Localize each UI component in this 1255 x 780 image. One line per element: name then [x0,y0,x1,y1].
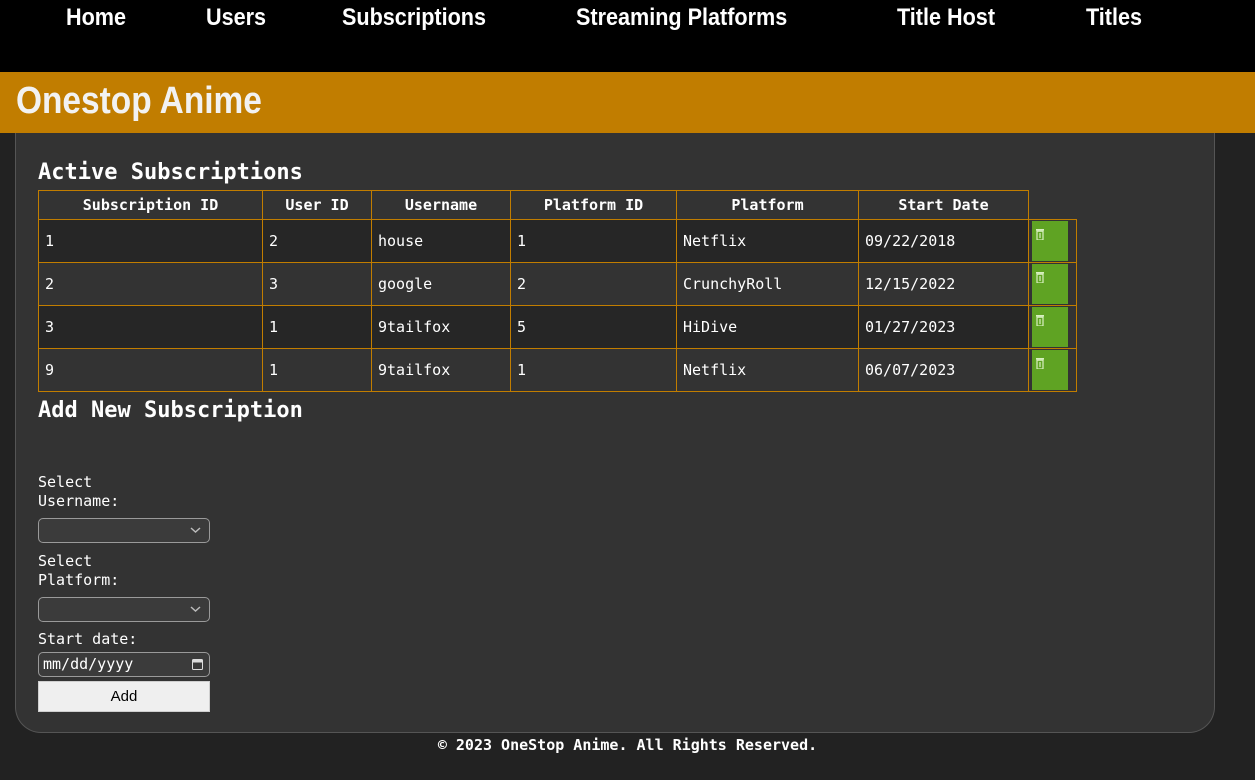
add-button[interactable]: Add [38,681,210,712]
platform-cell: CrunchyRoll [676,262,859,306]
nav-streaming-platforms-link[interactable]: Streaming Platforms [576,4,787,32]
username-label: Select Username: [38,473,120,510]
platform-cell: Netflix [676,219,859,263]
subscription-id-cell: 9 [38,348,263,392]
date-placeholder: mm/dd/yyyy [43,655,134,673]
nav-titles-link[interactable]: Titles [1086,4,1142,32]
username-cell: 9tailfox [371,348,511,392]
nav-title-host-link[interactable]: Title Host [897,4,995,32]
start-date-input[interactable]: mm/dd/yyyy [38,652,210,677]
subscription-id-cell: 3 [38,305,263,349]
top-navigation: Home Users Subscriptions Streaming Platf… [0,0,1255,72]
delete-cell [1028,219,1077,263]
content-panel: Active Subscriptions Subscription ID Use… [15,133,1215,733]
user-id-cell: 1 [262,305,372,349]
nav-home-link[interactable]: Home [66,4,126,32]
user-id-cell: 2 [262,219,372,263]
nav-subscriptions-link[interactable]: Subscriptions [342,4,486,32]
table-row: 2 3 google 2 CrunchyRoll 12/15/2022 [38,262,1077,306]
trash-icon [1036,358,1044,369]
trash-icon [1036,315,1044,326]
table-row: 1 2 house 1 Netflix 09/22/2018 [38,219,1077,263]
table-row: 3 1 9tailfox 5 HiDive 01/27/2023 [38,305,1077,349]
nav-users-link[interactable]: Users [206,4,266,32]
trash-icon [1036,272,1044,283]
delete-cell [1028,262,1077,306]
platform-id-cell: 1 [510,219,677,263]
column-header: Username [371,190,511,220]
start-date-label: Start date: [38,630,138,648]
trash-icon [1036,229,1044,240]
column-header: Platform ID [510,190,677,220]
platform-select[interactable] [38,597,210,622]
footer-copyright: © 2023 OneStop Anime. All Rights Reserve… [437,736,818,754]
username-select[interactable] [38,518,210,543]
user-id-cell: 1 [262,348,372,392]
username-cell: house [371,219,511,263]
platform-cell: Netflix [676,348,859,392]
delete-column-header [1029,191,1077,220]
chevron-down-icon [190,527,201,534]
start-date-cell: 12/15/2022 [858,262,1029,306]
start-date-cell: 01/27/2023 [858,305,1029,349]
add-subscription-heading: Add New Subscription [38,398,303,423]
platform-cell: HiDive [676,305,859,349]
table-row: 9 1 9tailfox 1 Netflix 06/07/2023 [38,348,1077,392]
user-id-cell: 3 [262,262,372,306]
platform-id-cell: 1 [510,348,677,392]
chevron-down-icon [190,606,201,613]
delete-button[interactable] [1032,264,1068,304]
calendar-icon[interactable] [192,658,203,670]
column-header: Start Date [858,190,1029,220]
site-title: Onestop Anime [16,80,262,122]
start-date-cell: 09/22/2018 [858,219,1029,263]
active-subscriptions-heading: Active Subscriptions [38,160,303,185]
delete-button[interactable] [1032,307,1068,347]
column-header: Subscription ID [38,190,263,220]
subscription-id-cell: 2 [38,262,263,306]
subscription-id-cell: 1 [38,219,263,263]
delete-button[interactable] [1032,350,1068,390]
delete-cell [1028,305,1077,349]
username-cell: google [371,262,511,306]
table-header-row: Subscription ID User ID Username Platfor… [38,190,1077,220]
platform-id-cell: 2 [510,262,677,306]
start-date-cell: 06/07/2023 [858,348,1029,392]
subscriptions-table: Subscription ID User ID Username Platfor… [38,190,1077,392]
delete-cell [1028,348,1077,392]
delete-button[interactable] [1032,221,1068,261]
platform-id-cell: 5 [510,305,677,349]
platform-label: Select Platform: [38,552,120,589]
username-cell: 9tailfox [371,305,511,349]
column-header: Platform [676,190,859,220]
column-header: User ID [262,190,372,220]
brand-banner: Onestop Anime [0,72,1255,133]
